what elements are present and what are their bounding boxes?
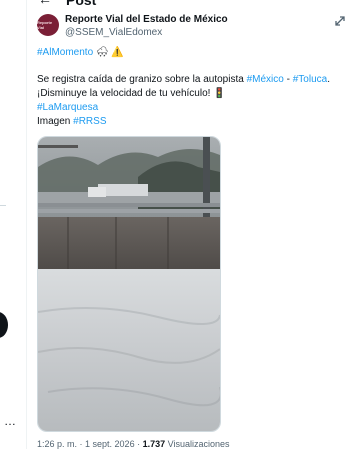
hashtag-link[interactable]: #LaMarquesa	[37, 102, 98, 113]
avatar[interactable]: Reporte Vial	[37, 14, 59, 36]
post-header: ← Post	[26, 0, 350, 8]
avatar-label: Reporte Vial	[37, 20, 53, 30]
more-options-icon[interactable]: …	[4, 414, 17, 428]
tweet-text: Se registra caída de granizo sobre la au…	[37, 74, 247, 85]
floating-action-button[interactable]	[0, 312, 8, 338]
post-date[interactable]: 1 sept. 2026	[85, 439, 135, 449]
tweet-line-3: ¡Disminuye la velocidad de tu vehículo! …	[37, 87, 342, 101]
views-count: 1.737	[142, 439, 166, 449]
tweet-text: .	[327, 74, 330, 85]
post-metadata: 1:26 p. m. · 1 sept. 2026 · 1.737 Visual…	[37, 439, 229, 449]
page-title: Post	[66, 0, 97, 8]
divider	[0, 205, 6, 206]
tweet-line-5: Imagen #RRSS	[37, 115, 342, 129]
hashtag-link[interactable]: #México	[247, 74, 284, 85]
tweet-line-4: #LaMarquesa	[37, 101, 342, 115]
tweet-line-2: Se registra caída de granizo sobre la au…	[37, 73, 342, 87]
author-handle[interactable]: @SSEM_VialEdomex	[65, 27, 162, 38]
traffic-light-icon: 🚦	[213, 88, 226, 99]
warning-icon: ⚠️	[111, 47, 124, 58]
left-divider	[26, 0, 27, 449]
tweet-text: -	[283, 74, 293, 85]
back-arrow-icon[interactable]: ←	[38, 0, 52, 7]
tweet-text: ¡Disminuye la velocidad de tu vehículo!	[37, 88, 214, 99]
hail-cloud-icon: 🌨	[95, 47, 109, 58]
separator: ·	[134, 439, 143, 449]
grok-icon[interactable]	[334, 15, 346, 27]
author-name[interactable]: Reporte Vial del Estado de México	[65, 14, 228, 25]
separator: ·	[77, 439, 86, 449]
hashtag-link[interactable]: #Toluca	[293, 74, 327, 85]
post-time[interactable]: 1:26 p. m.	[37, 439, 77, 449]
hashtag-link[interactable]: #RRSS	[73, 116, 106, 127]
tweet-text: Imagen	[37, 116, 74, 127]
media-image[interactable]	[37, 136, 221, 432]
hailstorm-photo	[38, 137, 220, 431]
views-label: Visualizaciones	[165, 439, 230, 449]
hashtag-link[interactable]: #AlMomento	[37, 47, 93, 58]
tweet-line-1: #AlMomento 🌨 ⚠️	[37, 46, 342, 60]
